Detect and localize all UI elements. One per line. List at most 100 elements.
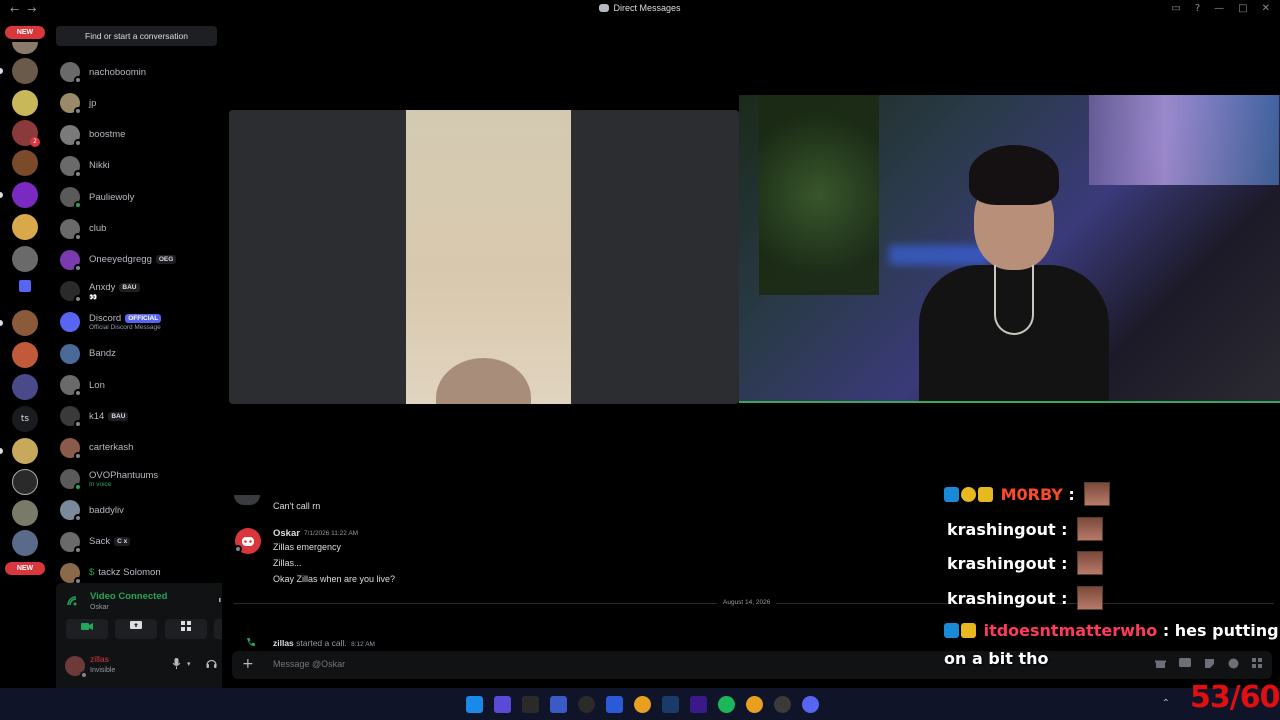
dm-name-label: carterkash <box>89 442 134 454</box>
dm-item-lon[interactable]: Lon <box>60 373 220 397</box>
minimize-button[interactable]: — <box>1214 3 1224 14</box>
spotify-icon[interactable] <box>718 696 735 713</box>
activities-button[interactable] <box>165 619 207 639</box>
chat-username: krashingout <box>947 520 1056 539</box>
find-conversation-button[interactable]: Find or start a conversation <box>56 26 217 46</box>
dm-subtitle: In voice <box>89 480 112 488</box>
server-icon[interactable] <box>12 342 38 368</box>
inbox-icon[interactable]: ▭ <box>1171 3 1180 14</box>
dm-item-sack[interactable]: Sack C x <box>60 530 220 554</box>
avatar <box>60 531 82 554</box>
chat-line: krashingout : <box>947 517 1104 541</box>
windows-start-icon[interactable] <box>466 696 483 713</box>
steam-icon[interactable] <box>662 696 679 713</box>
dm-item-discord[interactable]: Discord OFFICIAL Official Discord Message <box>60 310 220 334</box>
server-icon[interactable] <box>12 374 38 400</box>
chat-line: krashingout : <box>947 551 1104 575</box>
microphone-icon[interactable] <box>172 658 181 672</box>
avatar <box>60 249 82 272</box>
avatar <box>60 93 82 116</box>
headphones-icon[interactable] <box>206 658 217 672</box>
app-icon[interactable] <box>606 696 623 713</box>
dm-item-k14[interactable]: k14 BAU <box>60 404 220 429</box>
dm-item-nikki[interactable]: Nikki <box>60 154 220 178</box>
dm-item-boostme[interactable]: boostme <box>60 123 220 147</box>
dm-item-baddyliv[interactable]: baddyliv <box>60 498 220 523</box>
dm-item-jp[interactable]: jp <box>60 91 220 116</box>
dm-name-label: Lon <box>89 379 105 391</box>
chrome-icon[interactable] <box>746 696 763 713</box>
new-badge[interactable]: NEW <box>5 562 45 575</box>
dm-item-tackz-solomon[interactable]: $ tackz Solomon <box>60 561 220 585</box>
message-author[interactable]: Oskar <box>273 528 300 539</box>
dm-item-anxdy[interactable]: Anxdy BAU 👀 <box>60 279 220 304</box>
signal-icon[interactable] <box>66 595 80 609</box>
call-username[interactable]: zillas <box>273 638 294 648</box>
tray-chevron-icon[interactable]: ⌃ <box>1162 698 1170 709</box>
dm-item-carterkash[interactable]: carterkash <box>60 436 220 460</box>
dm-item-ovophantuums[interactable]: OVOPhantuums In voice <box>60 467 220 491</box>
dm-name-label: Pauliewoly <box>89 191 135 203</box>
dm-text: carterkash <box>89 442 133 453</box>
call-system-message: zillas started a call. 8:12 AM <box>273 638 375 648</box>
folder-icon[interactable] <box>19 280 31 292</box>
chrome-icon[interactable] <box>634 696 651 713</box>
stream-chat-overlay: M0RBY : krashingout : krashingout : kras… <box>940 476 1280 676</box>
dm-item-club[interactable]: club <box>60 217 220 241</box>
close-button[interactable]: ✕ <box>1262 3 1270 14</box>
dm-name: k14 BAU <box>89 411 129 422</box>
video-tile-zillas[interactable] <box>739 95 1280 403</box>
server-icon[interactable] <box>12 438 38 464</box>
chat-message: : <box>1055 589 1074 608</box>
server-icon[interactable] <box>12 530 38 556</box>
current-username[interactable]: zillas <box>90 654 109 664</box>
chevron-down-icon[interactable]: ▾ <box>187 660 191 668</box>
app-icon[interactable] <box>550 696 567 713</box>
dm-item-nachoboomin[interactable]: nachoboomin <box>60 60 220 84</box>
dm-item-oneeyedgregg[interactable]: Oneeyedgregg OEG <box>60 248 220 272</box>
server-icon[interactable] <box>12 214 38 240</box>
voice-status-title[interactable]: Video Connected <box>90 591 167 602</box>
app-icon[interactable] <box>522 696 539 713</box>
camera-button[interactable] <box>66 619 108 639</box>
chat-continuation: on a bit tho <box>944 649 1049 668</box>
video-person-chain <box>994 265 1034 335</box>
dm-name: Anxdy BAU <box>89 282 140 293</box>
app-icon[interactable] <box>494 696 511 713</box>
server-icon[interactable] <box>12 469 38 495</box>
chat-message: : <box>1062 485 1081 504</box>
avatar[interactable] <box>234 495 260 505</box>
new-badge[interactable]: NEW <box>5 26 45 39</box>
server-icon[interactable] <box>12 42 38 54</box>
discord-icon[interactable] <box>802 696 819 713</box>
avatar <box>60 312 80 333</box>
dm-text: Bandz <box>89 348 116 359</box>
video-tile-oskar[interactable] <box>229 110 739 404</box>
message-input[interactable] <box>273 659 873 669</box>
server-icon[interactable] <box>12 182 38 208</box>
server-icon[interactable] <box>12 500 38 526</box>
attach-plus-icon[interactable]: + <box>242 656 254 672</box>
server-icon[interactable] <box>12 246 38 272</box>
server-icon[interactable] <box>12 310 38 336</box>
help-icon[interactable]: ? <box>1195 3 1200 14</box>
app-icon[interactable] <box>690 696 707 713</box>
chat-username: itdoesntmatterwho <box>983 621 1158 640</box>
window-title: Direct Messages <box>613 3 681 13</box>
dm-name-label: Sack <box>89 536 111 547</box>
dm-item-pauliewoly[interactable]: Pauliewoly <box>60 185 220 210</box>
screen-share-button[interactable] <box>115 619 157 639</box>
dm-name: Lon <box>89 380 105 391</box>
server-icon[interactable] <box>12 150 38 176</box>
dm-text: Sack C x <box>89 536 131 547</box>
media-player-icon[interactable] <box>774 696 791 713</box>
maximize-button[interactable]: □ <box>1238 3 1247 14</box>
server-text-icon[interactable]: ts <box>12 406 38 432</box>
avatar <box>60 375 82 397</box>
dm-item-bandz[interactable]: Bandz <box>60 342 220 366</box>
dm-tag: BAU <box>108 411 129 421</box>
server-icon[interactable] <box>12 58 38 84</box>
dm-text: Lon <box>89 380 105 391</box>
server-icon[interactable] <box>12 90 38 116</box>
app-icon[interactable] <box>578 696 595 713</box>
